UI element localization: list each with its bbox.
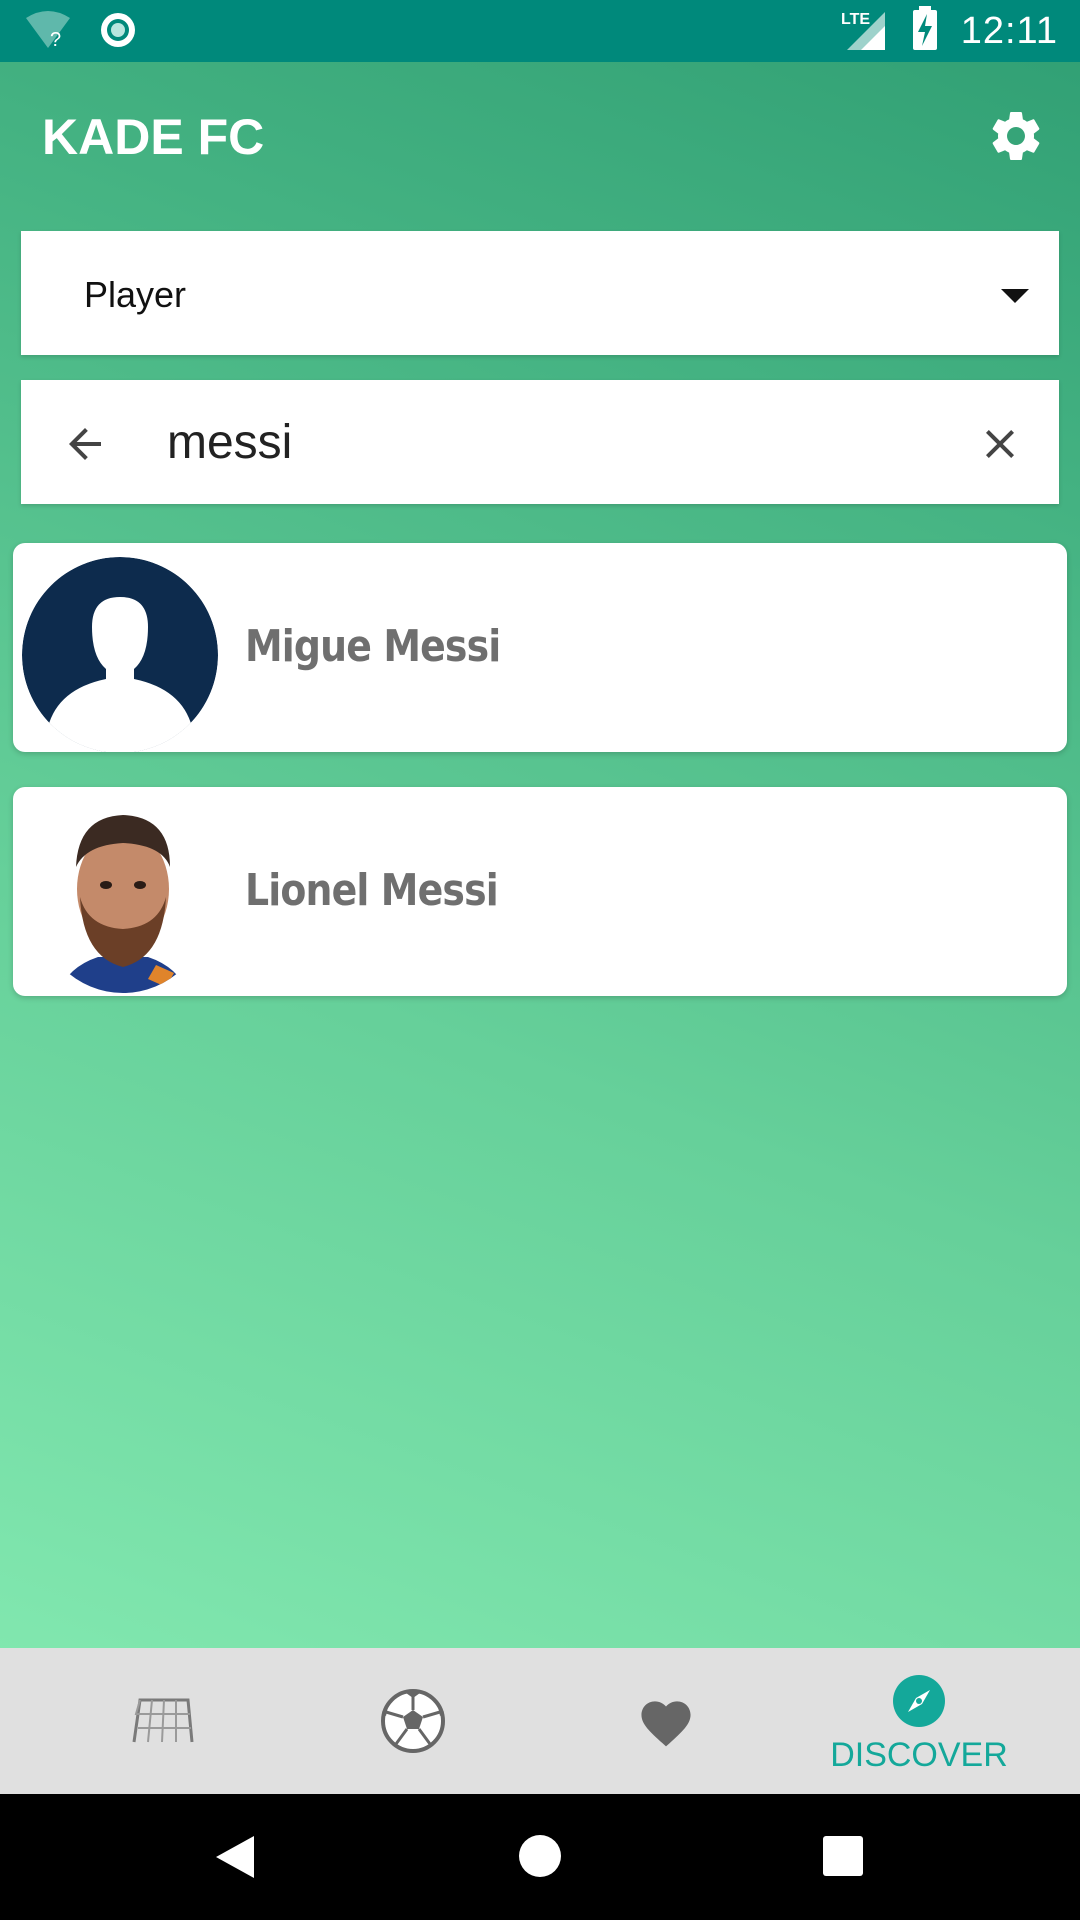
close-icon[interactable] (976, 420, 1024, 468)
settings-button[interactable] (986, 106, 1046, 166)
gear-icon (992, 112, 1040, 160)
caret-down-icon (1001, 289, 1029, 303)
back-nav-icon[interactable] (214, 1834, 256, 1880)
svg-text:?: ? (50, 29, 61, 50)
home-nav-icon[interactable] (518, 1834, 562, 1878)
result-card[interactable]: Lionel Messi (13, 787, 1067, 996)
goal-net-icon (132, 1698, 194, 1743)
nav-label-discover: DISCOVER (830, 1736, 1008, 1774)
nav-item-favorites[interactable] (540, 1648, 794, 1794)
default-person-avatar (22, 557, 218, 752)
svg-text:LTE: LTE (841, 11, 870, 28)
status-bar: ? LTE 12:11 (0, 0, 1080, 62)
wifi-unknown-icon: ? (24, 10, 72, 55)
sync-icon (98, 10, 138, 55)
nav-item-leagues[interactable] (286, 1648, 540, 1794)
soccer-ball-icon (381, 1689, 445, 1753)
lte-signal-icon: LTE (839, 6, 889, 57)
category-dropdown[interactable]: Player (21, 231, 1059, 355)
recents-nav-icon[interactable] (823, 1836, 863, 1876)
compass-icon (893, 1675, 945, 1727)
dropdown-selected-value: Player (84, 274, 187, 315)
status-left-icons: ? (24, 10, 138, 55)
player-photo (38, 797, 208, 993)
arrow-back-icon[interactable] (61, 420, 109, 468)
battery-charging-icon (911, 6, 939, 57)
bottom-navigation: DISCOVER (0, 1648, 1080, 1794)
player-name: Lionel Messi (245, 865, 499, 916)
search-bar (21, 380, 1059, 504)
nav-item-matches[interactable] (32, 1648, 286, 1794)
search-input[interactable] (167, 410, 927, 474)
app-screen: ? LTE 12:11 KADE FC Player messi Migue M… (0, 0, 1080, 1920)
player-name: Migue Messi (245, 621, 501, 672)
result-card[interactable]: Migue Messi (13, 543, 1067, 752)
system-navigation-bar (0, 1794, 1080, 1920)
nav-item-discover[interactable]: DISCOVER (792, 1648, 1046, 1794)
heart-icon (641, 1701, 691, 1747)
app-title: KADE FC (42, 109, 265, 165)
status-right-icons: LTE 12:11 (839, 6, 1058, 57)
status-time: 12:11 (960, 10, 1058, 52)
